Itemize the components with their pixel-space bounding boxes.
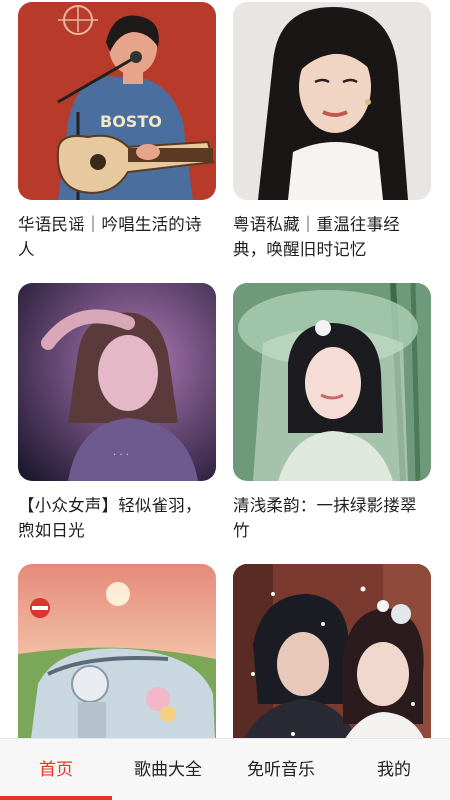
playlist-title[interactable]: 华语民谣｜吟唱生活的诗人	[18, 212, 216, 262]
playlist-cover-image[interactable]	[233, 2, 431, 200]
playlist-cover-image[interactable]	[233, 283, 431, 481]
playlist-cover-image[interactable]: BOSTO	[18, 2, 216, 200]
bottom-tab-bar: 首页 歌曲大全 免听音乐 我的	[0, 738, 450, 800]
tab-home[interactable]: 首页	[0, 739, 112, 800]
active-tab-indicator	[0, 796, 112, 800]
playlist-cover-image[interactable]	[233, 564, 431, 762]
playlist-title[interactable]: 粤语私藏｜重温往事经典，唤醒旧时记忆	[233, 212, 431, 262]
playlist-cover-image[interactable]: · · ·	[18, 283, 216, 481]
playlist-title[interactable]: 【小众女声】轻似雀羽，煦如日光	[18, 493, 216, 543]
svg-text:· · ·: · · ·	[113, 450, 129, 461]
tab-songs[interactable]: 歌曲大全	[112, 739, 224, 800]
tab-free-music[interactable]: 免听音乐	[225, 739, 337, 800]
svg-text:BOSTO: BOSTO	[100, 112, 162, 131]
tab-mine[interactable]: 我的	[338, 739, 450, 800]
playlist-cover-image[interactable]	[18, 564, 216, 762]
playlist-title[interactable]: 清浅柔韵：一抹绿影搂翠竹	[233, 493, 431, 543]
